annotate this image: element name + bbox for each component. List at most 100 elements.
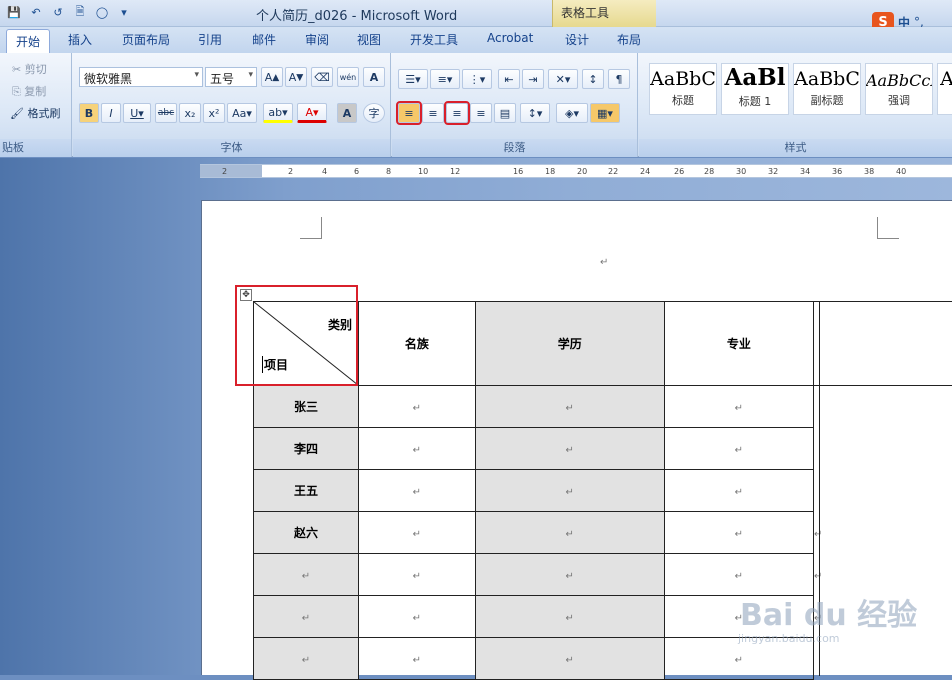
show-marks-icon[interactable]: ¶ xyxy=(608,69,630,89)
cell[interactable]: ↵ xyxy=(474,469,665,512)
tab-acrobat[interactable]: Acrobat xyxy=(487,31,533,45)
header-ethnicity[interactable]: 名族 xyxy=(358,301,476,386)
style-emphasis[interactable]: AaBbCcI 强调 xyxy=(865,63,933,115)
print-preview-icon[interactable]: 🗎 xyxy=(72,4,88,20)
align-left-button[interactable]: ≡ xyxy=(396,101,422,125)
cell[interactable]: ↵ xyxy=(474,595,665,638)
styles-label: 样式 xyxy=(639,139,952,157)
undo-icon[interactable]: ↶ xyxy=(28,4,44,20)
numbering-icon[interactable]: ≡▾ xyxy=(430,69,460,89)
tab-home[interactable]: 开始 xyxy=(6,29,50,53)
font-size-dropdown[interactable]: 五号 xyxy=(205,67,257,87)
line-spacing-icon[interactable]: ↕▾ xyxy=(520,103,550,123)
increase-indent-icon[interactable]: ⇥ xyxy=(522,69,544,89)
cell[interactable]: ↵ xyxy=(358,469,476,512)
bold-button[interactable]: B xyxy=(79,103,99,123)
diagonal-cell-highlight xyxy=(235,285,358,386)
style-subtitle[interactable]: AaBbC 副标题 xyxy=(793,63,861,115)
cell[interactable]: ↵ xyxy=(253,637,359,680)
cell[interactable]: ↵ xyxy=(358,553,476,596)
sort-icon[interactable]: ↕ xyxy=(582,69,604,89)
tab-page-layout[interactable]: 页面布局 xyxy=(122,31,170,48)
window-title: 个人简历_d026 - Microsoft Word xyxy=(256,9,458,24)
redo-icon[interactable]: ↺ xyxy=(50,4,66,20)
cell[interactable]: ↵ xyxy=(474,553,665,596)
font-label: 字体 xyxy=(73,139,390,157)
cell[interactable]: ↵ xyxy=(358,637,476,680)
tab-review[interactable]: 审阅 xyxy=(305,31,329,48)
horizontal-ruler[interactable]: 2 2 4 6 8 10 12 16 18 20 22 24 26 28 30 … xyxy=(200,164,952,178)
cell[interactable]: ↵ xyxy=(253,595,359,638)
header-education[interactable]: 学历 xyxy=(474,301,665,386)
cell[interactable]: ↵ xyxy=(663,511,815,554)
distributed-button[interactable]: ▤ xyxy=(494,103,516,123)
tab-developer[interactable]: 开发工具 xyxy=(410,31,458,48)
tab-view[interactable]: 视图 xyxy=(357,31,381,48)
borders-icon[interactable]: ▦▾ xyxy=(590,103,620,123)
tab-references[interactable]: 引用 xyxy=(198,31,222,48)
cell[interactable]: ↵ xyxy=(474,427,665,470)
strikethrough-button[interactable]: abc xyxy=(155,103,177,123)
superscript-button[interactable]: x² xyxy=(203,103,225,123)
tab-mailings[interactable]: 邮件 xyxy=(252,31,276,48)
paragraph-label: 段落 xyxy=(392,139,637,157)
phonetic-guide-icon[interactable]: wén xyxy=(337,67,359,87)
tab-design[interactable]: 设计 xyxy=(565,31,589,48)
row-name[interactable]: 李四 xyxy=(253,427,359,470)
char-shading-icon[interactable]: A xyxy=(337,103,357,123)
cell[interactable]: ↵ xyxy=(474,385,665,428)
title-bar: 💾 ↶ ↺ 🗎 ◯ ▾ 个人简历_d026 - Microsoft Word 表… xyxy=(0,0,952,32)
baidu-watermark: Bai du 经验 xyxy=(740,598,918,633)
cell[interactable]: ↵ xyxy=(358,595,476,638)
save-icon[interactable]: 💾 xyxy=(6,4,22,20)
cut-button[interactable]: ✂ 剪切 xyxy=(12,61,47,77)
multilevel-list-icon[interactable]: ⋮▾ xyxy=(462,69,492,89)
header-blank[interactable] xyxy=(813,301,952,386)
char-border-icon[interactable]: A xyxy=(363,67,385,87)
style-more[interactable]: A xyxy=(937,63,952,115)
cell[interactable]: ↵ xyxy=(663,385,815,428)
cell[interactable]: ↵ xyxy=(253,553,359,596)
cell[interactable]: ↵ xyxy=(663,469,815,512)
cell[interactable]: ↵ xyxy=(474,637,665,680)
justify-button[interactable]: ≡ xyxy=(470,103,492,123)
cell[interactable]: ↵ xyxy=(663,427,815,470)
subscript-button[interactable]: x₂ xyxy=(179,103,201,123)
italic-button[interactable]: I xyxy=(101,103,121,123)
paragraph-mark: ↵ xyxy=(600,257,609,268)
bullets-icon[interactable]: ☰▾ xyxy=(398,69,428,89)
paragraph-group: ☰▾ ≡▾ ⋮▾ ⇤ ⇥ ✕▾ ↕ ¶ ≡ ≡ ≡ ≡ ▤ ↕▾ ◈▾ ▦▾ 段… xyxy=(392,53,638,157)
decrease-indent-icon[interactable]: ⇤ xyxy=(498,69,520,89)
align-center-button[interactable]: ≡ xyxy=(422,103,444,123)
tab-layout[interactable]: 布局 xyxy=(617,31,641,48)
underline-button[interactable]: U▾ xyxy=(123,103,151,123)
font-color-icon[interactable]: A▾ xyxy=(297,103,327,123)
enclose-char-icon[interactable]: 字 xyxy=(363,103,385,123)
shading-icon[interactable]: ◈▾ xyxy=(556,103,588,123)
style-heading-1[interactable]: AaBl 标题 1 xyxy=(721,63,789,115)
format-painter-button[interactable]: 🖌 格式刷 xyxy=(10,105,60,121)
change-case-button[interactable]: Aa▾ xyxy=(227,103,257,123)
row-name[interactable]: 赵六 xyxy=(253,511,359,554)
customize-qat-icon[interactable]: ▾ xyxy=(116,4,132,20)
header-major[interactable]: 专业 xyxy=(663,301,815,386)
cell[interactable]: ↵ xyxy=(358,385,476,428)
cell[interactable]: ↵ xyxy=(358,427,476,470)
grow-font-icon[interactable]: A ▲ xyxy=(261,67,283,87)
table-tools-label: 表格工具 xyxy=(552,0,656,27)
chinese-layout-icon[interactable]: ✕▾ xyxy=(548,69,578,89)
highlight-color-icon[interactable]: ab▾ xyxy=(263,103,293,123)
cell[interactable]: ↵ xyxy=(474,511,665,554)
clear-format-icon[interactable]: ⌫ xyxy=(311,67,333,87)
copy-button[interactable]: ⎘ 复制 xyxy=(12,83,46,99)
shrink-font-icon[interactable]: A ▼ xyxy=(285,67,307,87)
cell[interactable]: ↵ xyxy=(358,511,476,554)
style-title[interactable]: AaBbC 标题 xyxy=(649,63,717,115)
font-name-dropdown[interactable]: 微软雅黑 xyxy=(79,67,203,87)
align-right-button[interactable]: ≡ xyxy=(444,101,470,125)
row-name[interactable]: 张三 xyxy=(253,385,359,428)
circle-icon[interactable]: ◯ xyxy=(94,4,110,20)
clipboard-label: 贴板 xyxy=(0,139,71,157)
tab-insert[interactable]: 插入 xyxy=(68,31,92,48)
row-name[interactable]: 王五 xyxy=(253,469,359,512)
